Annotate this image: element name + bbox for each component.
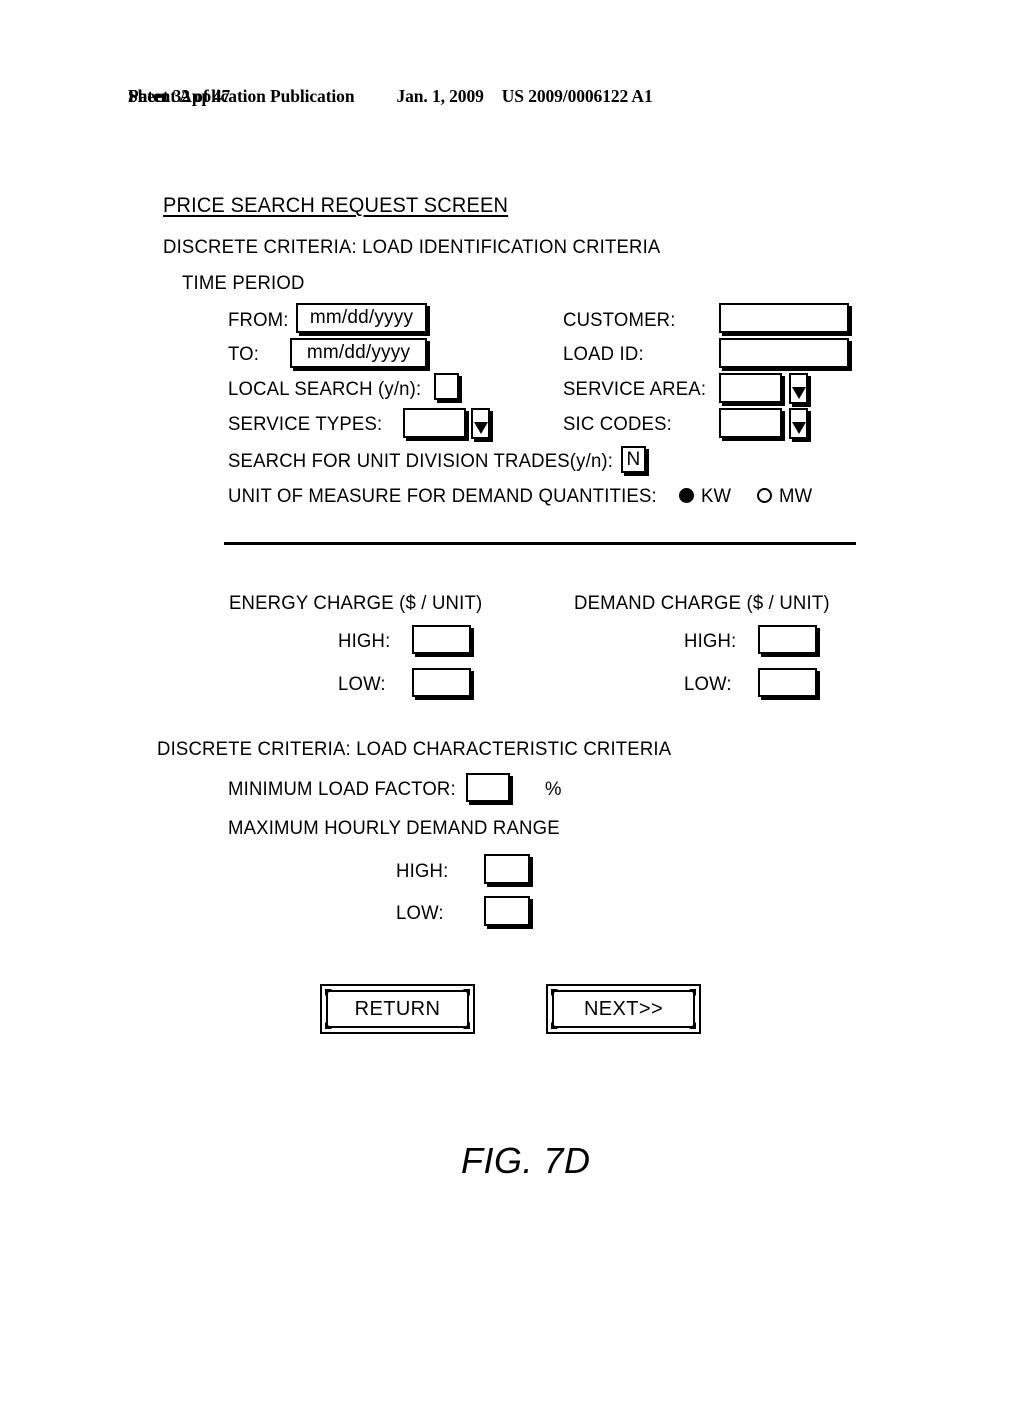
chevron-down-icon: [791, 387, 806, 399]
next-button-label: NEXT>>: [583, 997, 664, 1020]
customer-label: CUSTOMER:: [563, 309, 676, 331]
sic-codes-dropdown-button[interactable]: [789, 408, 808, 439]
chevron-down-icon: [473, 422, 488, 434]
service-types-label: SERVICE TYPES:: [228, 413, 383, 435]
energy-charge-high-input[interactable]: [412, 625, 471, 654]
minimum-load-factor-label: MINIMUM LOAD FACTOR:: [228, 778, 456, 800]
time-period-label: TIME PERIOD: [182, 272, 305, 294]
service-area-label: SERVICE AREA:: [563, 378, 707, 400]
energy-charge-heading: ENERGY CHARGE ($ / UNIT): [229, 592, 483, 614]
unit-of-measure-label: UNIT OF MEASURE FOR DEMAND QUANTITIES:: [228, 485, 657, 507]
sic-codes-label: SIC CODES:: [563, 413, 672, 435]
to-label: TO:: [228, 343, 260, 365]
max-hourly-demand-high-input[interactable]: [484, 854, 530, 884]
return-button-label: RETURN: [354, 997, 441, 1020]
figure-caption: FIG. 7D: [461, 1140, 591, 1181]
section-divider: [224, 542, 856, 545]
demand-charge-high-input[interactable]: [758, 625, 817, 654]
return-button[interactable]: RETURN: [320, 984, 475, 1034]
service-types-input[interactable]: [403, 408, 466, 438]
unit-of-measure-radio-mw[interactable]: [757, 488, 772, 503]
next-button[interactable]: NEXT>>: [546, 984, 701, 1034]
percent-symbol: %: [545, 778, 562, 800]
load-id-label: LOAD ID:: [563, 343, 644, 365]
energy-charge-high-label: HIGH:: [338, 630, 391, 652]
demand-charge-high-label: HIGH:: [684, 630, 737, 652]
screen-title: PRICE SEARCH REQUEST SCREEN: [163, 194, 509, 217]
unit-division-trades-input[interactable]: N: [621, 446, 646, 473]
load-id-input[interactable]: [719, 338, 849, 368]
maximum-hourly-demand-range-label: MAXIMUM HOURLY DEMAND RANGE: [228, 817, 560, 839]
unit-of-measure-kw-label: KW: [701, 485, 732, 507]
demand-charge-low-label: LOW:: [684, 673, 732, 695]
demand-charge-heading: DEMAND CHARGE ($ / UNIT): [574, 592, 830, 614]
energy-charge-low-input[interactable]: [412, 668, 471, 697]
local-search-label: LOCAL SEARCH (y/n):: [228, 378, 422, 400]
customer-input[interactable]: [719, 303, 849, 333]
max-hourly-demand-low-label: LOW:: [396, 902, 444, 924]
unit-of-measure-mw-label: MW: [779, 485, 813, 507]
from-label: FROM:: [228, 309, 289, 331]
from-date-input[interactable]: mm/dd/yyyy: [296, 303, 427, 333]
unit-division-trades-label: SEARCH FOR UNIT DIVISION TRADES(y/n):: [228, 450, 614, 472]
service-area-input[interactable]: [719, 373, 782, 403]
service-area-dropdown-button[interactable]: [789, 373, 808, 404]
section-load-identification-criteria: DISCRETE CRITERIA: LOAD IDENTIFICATION C…: [163, 236, 661, 258]
unit-of-measure-radio-kw[interactable]: [679, 488, 694, 503]
chevron-down-icon: [791, 422, 806, 434]
local-search-input[interactable]: [434, 373, 459, 400]
service-types-dropdown-button[interactable]: [471, 408, 490, 439]
minimum-load-factor-input[interactable]: [466, 773, 510, 802]
max-hourly-demand-high-label: HIGH:: [396, 860, 449, 882]
max-hourly-demand-low-input[interactable]: [484, 896, 530, 926]
section-load-characteristic-criteria: DISCRETE CRITERIA: LOAD CHARACTERISTIC C…: [157, 738, 672, 760]
demand-charge-low-input[interactable]: [758, 668, 817, 697]
energy-charge-low-label: LOW:: [338, 673, 386, 695]
figure-drawing-sheet: PRICE SEARCH REQUEST SCREEN DISCRETE CRI…: [0, 0, 1024, 1320]
to-date-input[interactable]: mm/dd/yyyy: [290, 338, 427, 368]
sic-codes-input[interactable]: [719, 408, 782, 438]
